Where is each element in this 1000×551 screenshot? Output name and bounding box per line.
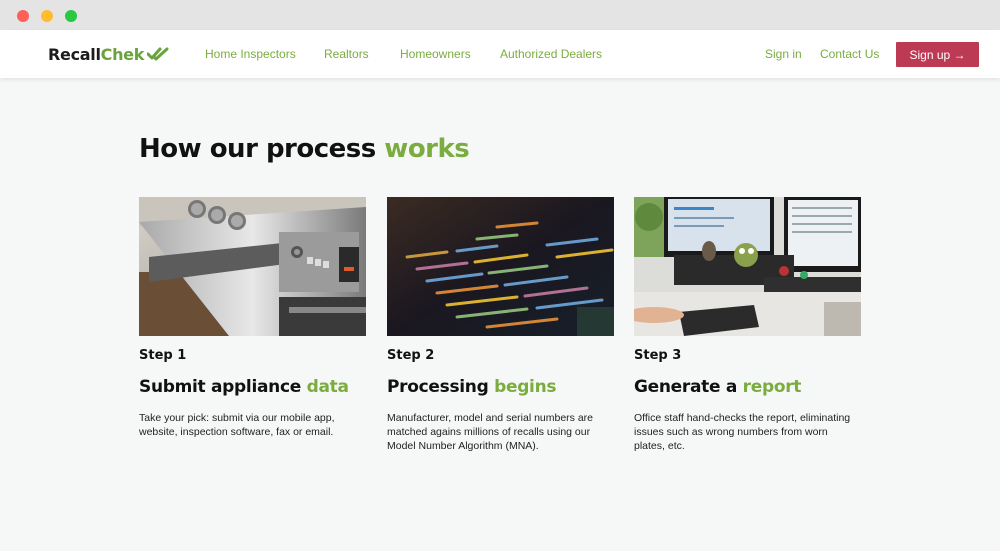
step-label: Step 1 (139, 348, 187, 363)
sign-up-button[interactable]: Sign up → (896, 42, 979, 67)
step-label: Step 2 (387, 348, 435, 363)
logo-text-recall: Recall (48, 44, 101, 64)
step-title-text: Generate a (634, 377, 743, 397)
logo-text-chek: Chek (100, 44, 145, 64)
step-title-accent: data (306, 377, 349, 397)
step-title: Submit appliance data (139, 377, 366, 397)
browser-titlebar (0, 0, 1000, 30)
minimize-window-button[interactable] (41, 10, 53, 22)
maximize-window-button[interactable] (65, 10, 77, 22)
step-title-accent: report (742, 377, 802, 397)
step-card-1: Step 1 Submit appliance data Take your p… (139, 197, 366, 439)
page-title: How our process works (139, 134, 470, 164)
source-code-screen-photo (387, 197, 614, 336)
step-label: Step 3 (634, 348, 682, 363)
navbar: Recall Chek Home Inspectors Realtors Home… (0, 30, 1000, 78)
contact-us-link[interactable]: Contact Us (820, 47, 879, 61)
step-card-2: Step 2 Processing begins Manufacturer, m… (387, 197, 614, 453)
step-description: Office staff hand-checks the report, eli… (634, 412, 851, 452)
nav-link-realtors[interactable]: Realtors (324, 47, 369, 61)
step-title-accent: begins (494, 377, 557, 397)
nav-link-home-inspectors[interactable]: Home Inspectors (205, 47, 296, 61)
close-window-button[interactable] (17, 10, 29, 22)
step-title-text: Submit appliance (139, 377, 307, 397)
logo[interactable]: Recall Chek (48, 43, 169, 65)
step-card-3: Step 3 Generate a report Office staff ha… (634, 197, 861, 453)
double-check-icon (147, 47, 169, 61)
page-title-accent: works (384, 134, 470, 164)
office-desk-monitors-photo (634, 197, 861, 336)
nav-link-homeowners[interactable]: Homeowners (400, 47, 471, 61)
sign-in-link[interactable]: Sign in (765, 47, 802, 61)
step-title-text: Processing (387, 377, 495, 397)
page-title-text: How our process (139, 134, 385, 164)
nav-link-authorized-dealers[interactable]: Authorized Dealers (500, 47, 602, 61)
step-description: Manufacturer, model and serial numbers a… (387, 412, 594, 452)
step-title: Generate a report (634, 377, 861, 397)
step-title: Processing begins (387, 377, 614, 397)
step-description: Take your pick: submit via our mobile ap… (139, 412, 335, 438)
oven-appliance-photo (139, 197, 366, 336)
